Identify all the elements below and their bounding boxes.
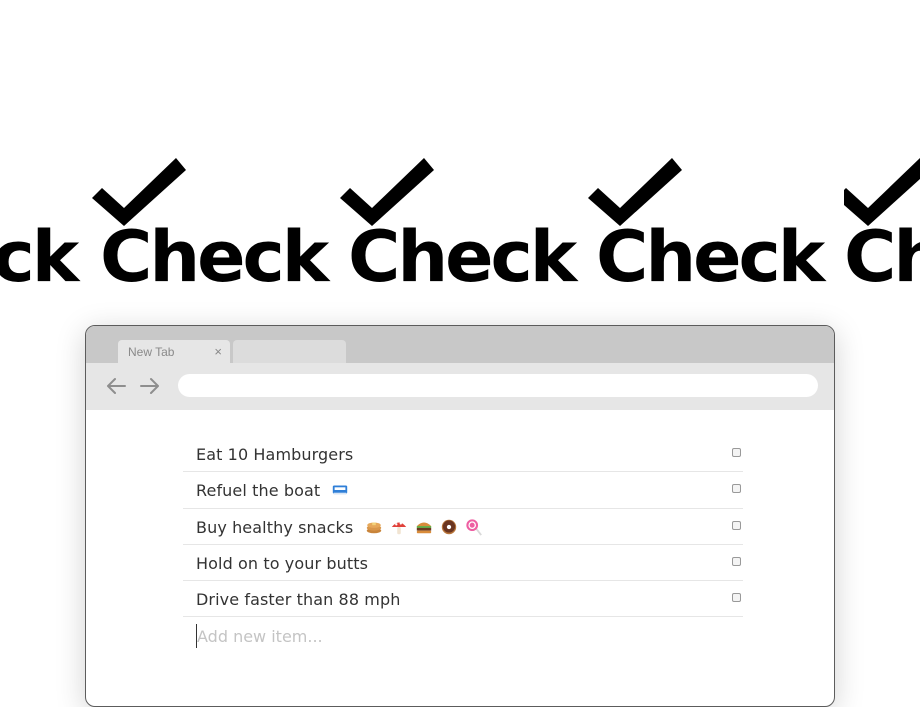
todo-item: Eat 10 Hamburgers — [183, 436, 743, 473]
todo-item-text: Buy healthy snacks — [196, 517, 354, 537]
tab-strip: New Tab × — [86, 326, 834, 363]
todo-item-text: Eat 10 Hamburgers — [196, 445, 354, 464]
tab-new-tab[interactable]: New Tab × — [118, 340, 230, 363]
todo-item: Hold on to your butts — [183, 545, 743, 582]
todo-checkbox[interactable] — [732, 593, 741, 603]
pancakes-icon — [366, 522, 381, 533]
doughnut-icon — [441, 519, 457, 534]
todo-item-text: Drive faster than 88 mph — [196, 590, 401, 610]
hero-word: Check — [596, 216, 825, 298]
todo-list: Eat 10 Hamburgers Refuel the boat Buy he… — [183, 436, 743, 654]
todo-item-text-wrap: Refuel the boat — [196, 481, 349, 500]
arrow-left-icon[interactable] — [104, 374, 128, 398]
close-icon[interactable]: × — [214, 344, 222, 359]
hero-word: Check — [348, 216, 577, 298]
ship-icon — [333, 485, 348, 495]
new-item-input[interactable] — [196, 624, 719, 649]
todo-item: Refuel the boat — [183, 472, 743, 509]
todo-item-text: Refuel the boat — [196, 481, 321, 501]
hero-word: Check — [844, 216, 920, 298]
tab-blank[interactable] — [233, 340, 346, 363]
lollipop-icon — [466, 518, 483, 536]
todo-checkbox[interactable] — [732, 556, 741, 566]
todo-item-text-wrap: Buy healthy snacks — [196, 518, 483, 537]
tab-label: New Tab — [128, 345, 175, 359]
todo-checkbox[interactable] — [732, 448, 741, 457]
hamburger-icon — [416, 522, 432, 533]
hero-item: Check — [92, 150, 340, 310]
hero-word: Check — [100, 216, 329, 298]
todo-item-text: Hold on to your butts — [196, 553, 369, 573]
hero-item: Check — [340, 150, 588, 310]
browser-toolbar — [86, 363, 834, 410]
new-item-row — [183, 617, 743, 653]
todo-checkbox[interactable] — [732, 520, 741, 530]
hero-item: Check — [588, 150, 836, 310]
browser-window: New Tab × Eat 10 Hamburgers Refuel the b… — [85, 325, 835, 707]
hero-word: Check — [0, 216, 79, 298]
hero-item: Check — [844, 150, 920, 310]
mushroom-icon — [391, 521, 406, 534]
address-bar[interactable] — [178, 374, 818, 397]
todo-item: Drive faster than 88 mph — [183, 581, 743, 618]
hero-banner: Check Check Check Check Check — [0, 0, 920, 320]
todo-item: Buy healthy snacks — [183, 509, 743, 545]
hero-item: Check — [0, 150, 90, 310]
arrow-right-icon[interactable] — [138, 374, 162, 398]
todo-checkbox[interactable] — [732, 484, 741, 494]
